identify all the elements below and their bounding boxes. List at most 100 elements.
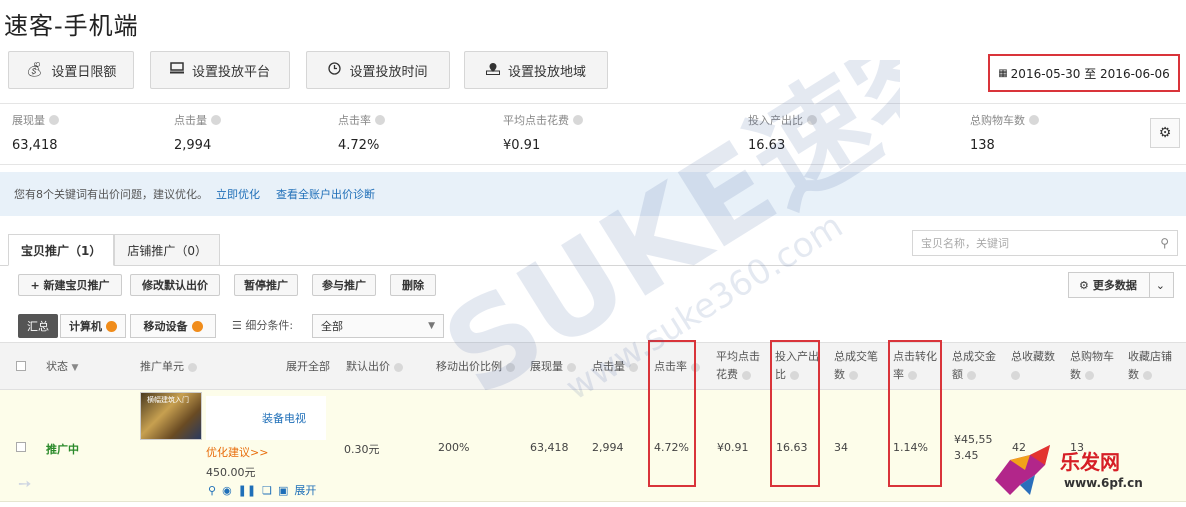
col-shop-favs-line2: 数 bbox=[1128, 368, 1139, 381]
segment-mobile-label: 移动设备 bbox=[143, 320, 188, 333]
set-daily-limit-button[interactable]: 💰︎ 设置日限额 bbox=[8, 51, 134, 89]
highlight-roi bbox=[770, 340, 820, 487]
expand-link[interactable]: 展开 bbox=[294, 482, 316, 498]
set-platform-button[interactable]: 设置投放平台 bbox=[150, 51, 290, 89]
date-range-picker[interactable]: ▦ 2016-05-30 至 2016-06-06 bbox=[988, 54, 1180, 92]
cell-mobile-ratio: 200% bbox=[438, 441, 470, 454]
question-badge-icon bbox=[106, 320, 117, 332]
copy-icon[interactable]: ❏ bbox=[262, 484, 272, 497]
metric-label: 平均点击花费 bbox=[503, 114, 569, 127]
help-icon[interactable] bbox=[567, 362, 576, 372]
col-unit: 推广单元 bbox=[140, 358, 197, 376]
help-icon[interactable] bbox=[742, 370, 751, 380]
col-cart-line1: 总购物车 bbox=[1070, 350, 1114, 363]
highlight-cvr bbox=[888, 340, 942, 487]
help-icon[interactable] bbox=[849, 370, 858, 380]
optimize-now-link[interactable]: 立即优化 bbox=[216, 186, 260, 202]
set-time-button[interactable]: 设置投放时间 bbox=[306, 51, 450, 89]
calendar-icon: ▦ bbox=[998, 67, 1008, 79]
new-item-promotion-button[interactable]: + 新建宝贝推广 bbox=[18, 274, 122, 296]
cell-deals: 34 bbox=[834, 441, 848, 454]
filter-select-value: 全部 bbox=[321, 320, 343, 333]
col-default-bid-label: 默认出价 bbox=[346, 360, 390, 373]
metric-clicks: 点击量 2,994 bbox=[174, 112, 221, 153]
gear-icon: ⚙ bbox=[1079, 278, 1089, 292]
product-price: 450.00元 bbox=[206, 466, 256, 479]
modify-default-bid-button[interactable]: 修改默认出价 bbox=[130, 274, 220, 296]
tab-item-promotion[interactable]: 宝贝推广（1） bbox=[8, 234, 115, 266]
filter-select[interactable]: 全部 ▼ bbox=[312, 314, 444, 338]
optimize-suggestion-link[interactable]: 优化建议>> bbox=[206, 444, 268, 460]
search-icon[interactable]: ⚲ bbox=[208, 484, 216, 497]
account-bid-diagnosis-link[interactable]: 查看全账户出价诊断 bbox=[276, 186, 375, 202]
col-deals-line2: 数 bbox=[834, 368, 845, 381]
col-clicks: 点击量 bbox=[592, 358, 638, 376]
search-placeholder: 宝贝名称，关键词 bbox=[921, 237, 1009, 250]
help-icon[interactable] bbox=[1143, 370, 1152, 380]
set-region-label: 设置投放地域 bbox=[507, 64, 586, 80]
help-icon[interactable] bbox=[1011, 370, 1020, 380]
search-input[interactable]: 宝贝名称，关键词 ⚲ bbox=[912, 230, 1178, 256]
help-icon[interactable] bbox=[375, 115, 385, 125]
help-icon[interactable] bbox=[629, 362, 638, 372]
bid-notice-banner: 您有8个关键词有出价问题，建议优化。 立即优化 查看全账户出价诊断 bbox=[0, 172, 1186, 216]
segment-mobile[interactable]: 移动设备 bbox=[130, 314, 216, 338]
caret-down-icon: ▼ bbox=[71, 363, 79, 373]
help-icon[interactable] bbox=[1085, 370, 1094, 380]
clock-icon bbox=[328, 61, 342, 79]
metric-value: 138 bbox=[970, 138, 995, 153]
tab-bar: 宝贝推广（1） 店铺推广（0） bbox=[8, 234, 220, 266]
globe-icon[interactable]: ◉ bbox=[222, 484, 232, 497]
col-status[interactable]: 状态 ▼ bbox=[46, 358, 78, 377]
col-amount: 总成交金额 bbox=[952, 348, 996, 384]
help-icon[interactable] bbox=[394, 362, 403, 372]
select-all-checkbox[interactable] bbox=[16, 361, 26, 371]
col-amount-line2: 额 bbox=[952, 368, 963, 381]
metric-label: 展现量 bbox=[12, 114, 45, 127]
more-data-button[interactable]: ⚙ 更多数据 ⌄ bbox=[1068, 272, 1174, 298]
gear-icon: ⚙ bbox=[1158, 125, 1172, 141]
segment-summary[interactable]: 汇总 bbox=[18, 314, 58, 338]
metric-label: 投入产出比 bbox=[748, 114, 803, 127]
col-amount-line1: 总成交金 bbox=[952, 350, 996, 363]
col-cart: 总购物车数 bbox=[1070, 348, 1114, 384]
delete-button[interactable]: 删除 bbox=[390, 274, 436, 296]
pause-promotion-button[interactable]: 暂停推广 bbox=[234, 274, 298, 296]
col-mobile-ratio-label: 移动出价比例 bbox=[436, 360, 502, 373]
metric-roi: 投入产出比 16.63 bbox=[748, 112, 817, 153]
col-impressions-label: 展现量 bbox=[530, 360, 563, 373]
metric-label: 点击量 bbox=[174, 114, 207, 127]
row-checkbox[interactable] bbox=[16, 442, 26, 452]
help-icon[interactable] bbox=[211, 115, 221, 125]
expand-all-link[interactable]: 展开全部 bbox=[286, 358, 330, 376]
metric-value: 63,418 bbox=[12, 138, 58, 153]
search-icon[interactable]: ⚲ bbox=[1160, 236, 1169, 250]
settings-gear-button[interactable]: ⚙ bbox=[1150, 118, 1180, 148]
product-name-link[interactable]: 装备电视 bbox=[262, 410, 306, 426]
help-icon[interactable] bbox=[807, 115, 817, 125]
trash-icon[interactable]: ▣ bbox=[278, 484, 288, 497]
join-promotion-button[interactable]: 参与推广 bbox=[312, 274, 376, 296]
segment-computer[interactable]: 计算机 bbox=[60, 314, 126, 338]
corner-logo: 乐发网 www.6pf.cn bbox=[990, 440, 1180, 502]
col-favs: 总收藏数 bbox=[1011, 348, 1055, 384]
cell-default-bid[interactable]: 0.30元 bbox=[344, 441, 380, 457]
set-region-button[interactable]: 设置投放地域 bbox=[464, 51, 608, 89]
cell-impressions: 63,418 bbox=[530, 441, 569, 454]
chevron-down-icon[interactable]: ⌄ bbox=[1156, 279, 1165, 292]
col-deals: 总成交笔数 bbox=[834, 348, 878, 384]
help-icon[interactable] bbox=[506, 362, 515, 372]
pause-icon[interactable]: ❚❚ bbox=[238, 484, 256, 497]
metric-value: 2,994 bbox=[174, 138, 212, 153]
metric-impressions: 展现量 63,418 bbox=[12, 112, 59, 153]
col-shop-favs-line1: 收藏店铺 bbox=[1128, 350, 1172, 363]
help-icon[interactable] bbox=[188, 362, 197, 372]
segment-computer-label: 计算机 bbox=[69, 320, 102, 333]
col-deals-line1: 总成交笔 bbox=[834, 350, 878, 363]
tab-shop-promotion[interactable]: 店铺推广（0） bbox=[114, 234, 220, 266]
help-icon[interactable] bbox=[1029, 115, 1039, 125]
product-thumbnail[interactable]: 横幅建筑入门 bbox=[140, 392, 202, 440]
help-icon[interactable] bbox=[967, 370, 976, 380]
help-icon[interactable] bbox=[49, 115, 59, 125]
help-icon[interactable] bbox=[573, 115, 583, 125]
